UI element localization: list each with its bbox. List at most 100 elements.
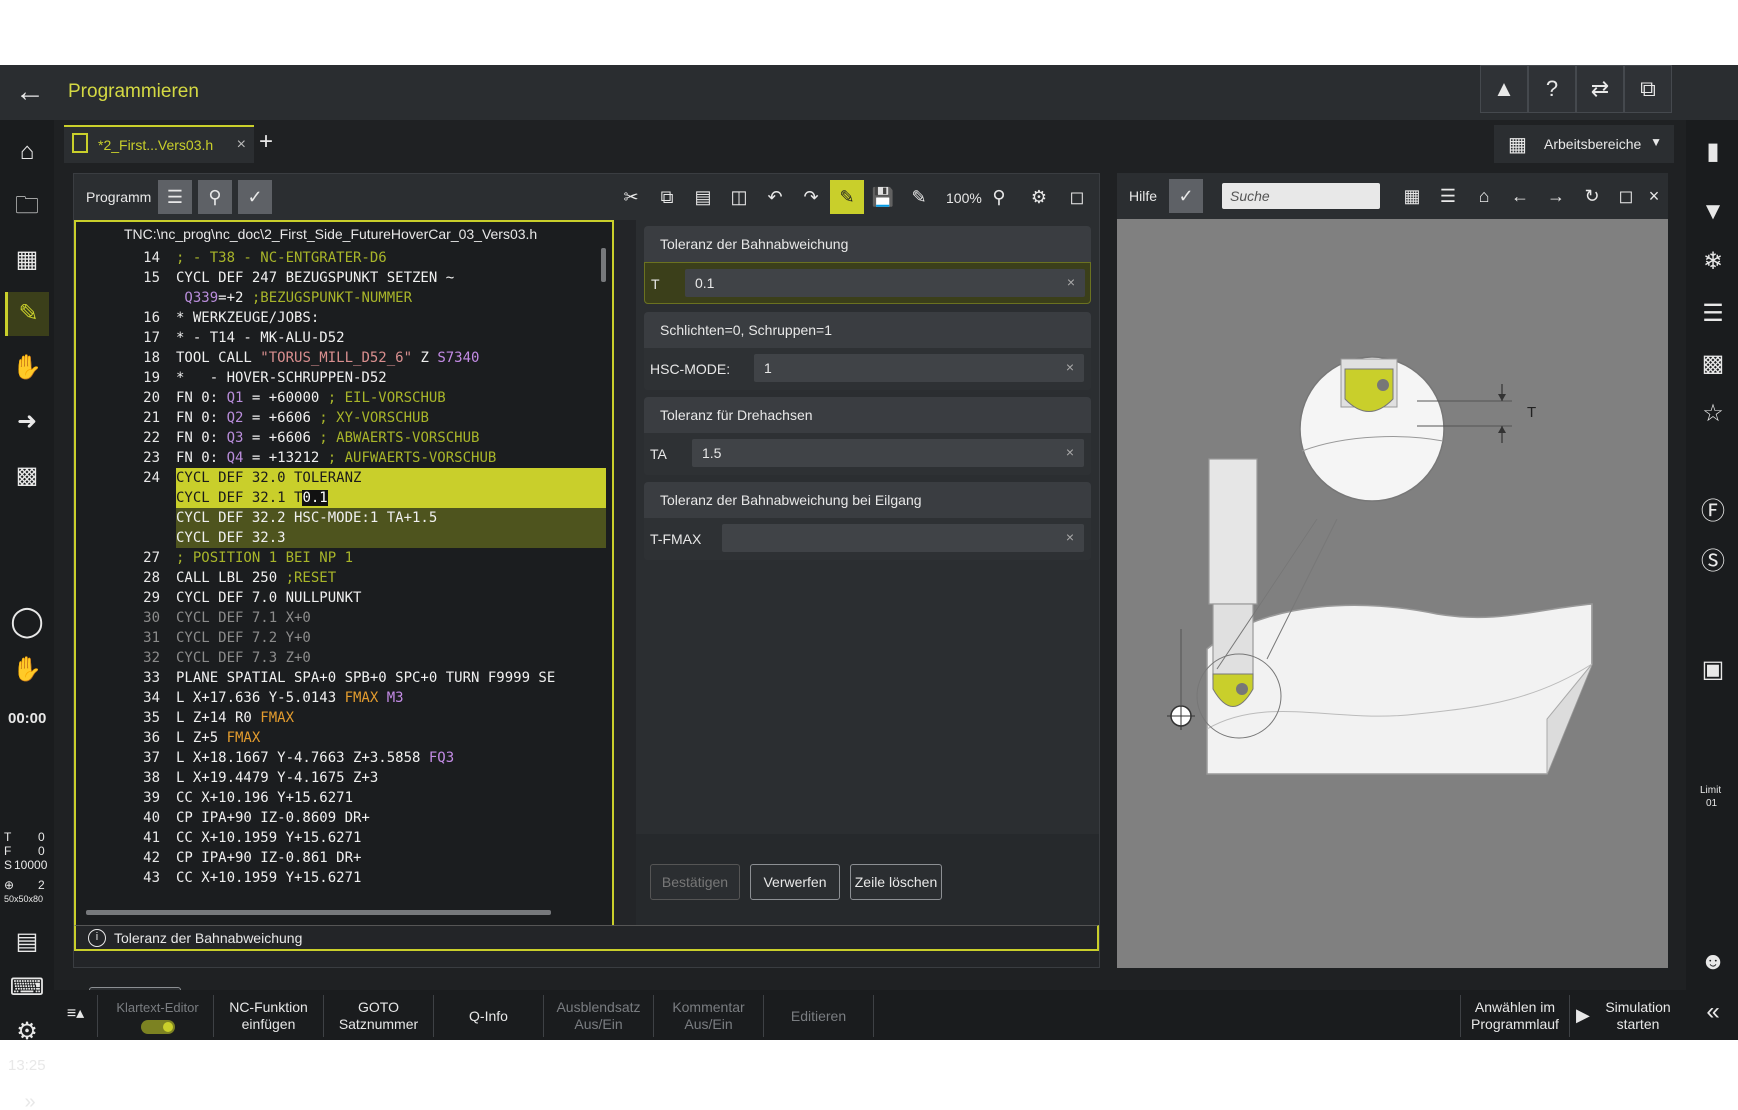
- code-line[interactable]: 28 CALL LBL 250 ;RESET: [76, 568, 606, 588]
- klartext-editor-toggle[interactable]: Klartext-Editor: [102, 995, 214, 1037]
- code-line[interactable]: 23 FN 0: Q4 = +13212 ; AUFWAERTS-VORSCHUB: [76, 448, 606, 468]
- horizontal-scrollbar[interactable]: [86, 910, 551, 915]
- code-line[interactable]: Q339=+2 ;BEZUGSPUNKT-NUMMER: [76, 288, 606, 308]
- help-close-button[interactable]: ×: [1637, 179, 1671, 213]
- favorites-button[interactable]: ☆: [1691, 392, 1735, 436]
- field-ta-input[interactable]: 1.5 ×: [692, 439, 1084, 467]
- cut-button[interactable]: ✂: [614, 180, 648, 214]
- machine-function-button[interactable]: ▣: [1691, 648, 1735, 692]
- feed-override-button[interactable]: Ⓕ: [1691, 490, 1735, 534]
- code-line[interactable]: 41 CC X+10.1959 Y+15.6271: [76, 828, 606, 848]
- field-t-input[interactable]: 0.1 ×: [685, 269, 1085, 297]
- discard-button[interactable]: Verwerfen: [750, 864, 840, 900]
- expand-left-button[interactable]: »: [8, 1080, 52, 1110]
- code-line[interactable]: 31 CYCL DEF 7.2 Y+0: [76, 628, 606, 648]
- comment-button[interactable]: Kommentar Aus/Ein: [654, 995, 764, 1037]
- code-line[interactable]: CYCL DEF 32.1 T0.1: [76, 488, 606, 508]
- panel-toggle-button[interactable]: ▮: [1691, 130, 1735, 174]
- help-back-button[interactable]: ←: [1503, 179, 1537, 213]
- clear-icon[interactable]: ×: [1066, 359, 1074, 375]
- user-button[interactable]: ☻: [1691, 940, 1735, 984]
- tables-button[interactable]: ▦: [5, 238, 49, 282]
- calculator-button[interactable]: ▤: [5, 920, 49, 964]
- compare-button[interactable]: ◫: [722, 180, 756, 214]
- code-line[interactable]: 22 FN 0: Q3 = +6606 ; ABWAERTS-VORSCHUB: [76, 428, 606, 448]
- code-line[interactable]: 15 CYCL DEF 247 BEZUGSPUNKT SETZEN ~: [76, 268, 606, 288]
- transfer-button[interactable]: ⇄: [1576, 65, 1624, 113]
- code-line[interactable]: 29 CYCL DEF 7.0 NULLPUNKT: [76, 588, 606, 608]
- confirm-button[interactable]: Bestätigen: [650, 864, 740, 900]
- help-button[interactable]: ?: [1528, 65, 1576, 113]
- maximize-button[interactable]: ◻: [1060, 180, 1094, 214]
- keyboard-button[interactable]: ⌨: [5, 966, 49, 1010]
- save-button[interactable]: 💾: [866, 180, 900, 214]
- code-line[interactable]: 21 FN 0: Q2 = +6606 ; XY-VORSCHUB: [76, 408, 606, 428]
- code-line[interactable]: 43 CC X+10.1959 Y+15.6271: [76, 868, 606, 888]
- program-run-button[interactable]: ➜: [5, 400, 49, 444]
- code-line[interactable]: 30 CYCL DEF 7.1 X+0: [76, 608, 606, 628]
- help-home-button[interactable]: ⌂: [1467, 179, 1501, 213]
- paste-button[interactable]: ▤: [686, 180, 720, 214]
- code-line[interactable]: 33 PLANE SPATIAL SPA+0 SPB+0 SPC+0 TURN F…: [76, 668, 606, 688]
- tool-button[interactable]: ▼: [1691, 190, 1735, 234]
- spindle-override-button[interactable]: Ⓢ: [1691, 540, 1735, 584]
- help-forward-button[interactable]: →: [1539, 179, 1573, 213]
- grid-view-button[interactable]: ▦: [1395, 179, 1429, 213]
- goto-button[interactable]: GOTO Satznummer: [324, 995, 434, 1037]
- files-button[interactable]: 🗀: [5, 184, 49, 228]
- structure-button[interactable]: ☰: [158, 180, 192, 214]
- code-line[interactable]: 17 * - T14 - MK-ALU-D52: [76, 328, 606, 348]
- manual-mode-button[interactable]: ✋: [5, 346, 49, 390]
- code-line[interactable]: 42 CP IPA+90 IZ-0.861 DR+: [76, 848, 606, 868]
- hand-wheel-button[interactable]: ✋: [5, 648, 49, 692]
- code-line[interactable]: 24 CYCL DEF 32.0 TOLERANZ: [76, 468, 606, 488]
- help-refresh-button[interactable]: ↻: [1575, 179, 1609, 213]
- chart-button[interactable]: ▩: [1691, 342, 1735, 386]
- form-view-button[interactable]: ✎: [830, 180, 864, 214]
- code-line[interactable]: 18 TOOL CALL "TORUS_MILL_D52_6" Z S7340: [76, 348, 606, 368]
- vertical-scrollbar[interactable]: [601, 248, 606, 282]
- field-t-fmax-input[interactable]: ×: [722, 524, 1084, 552]
- clear-icon[interactable]: ×: [1067, 274, 1075, 290]
- delete-line-button[interactable]: Zeile löschen: [850, 864, 942, 900]
- help-check-button[interactable]: ✓: [1169, 179, 1203, 213]
- menu-button[interactable]: ≡▴: [54, 995, 98, 1037]
- check-button[interactable]: ✓: [238, 180, 272, 214]
- redo-button[interactable]: ↷: [794, 180, 828, 214]
- code-line[interactable]: 38 L X+19.4479 Y-4.1675 Z+3: [76, 768, 606, 788]
- code-line[interactable]: 27 ; POSITION 1 BEI NP 1: [76, 548, 606, 568]
- code-line[interactable]: 19 * - HOVER-SCHRUPPEN-D52: [76, 368, 606, 388]
- field-hsc-mode-input[interactable]: 1 ×: [754, 354, 1084, 382]
- clear-icon[interactable]: ×: [1066, 529, 1074, 545]
- code-line[interactable]: 34 L X+17.636 Y-5.0143 FMAX M3: [76, 688, 606, 708]
- copy-button[interactable]: ⧉: [650, 180, 684, 214]
- code-line[interactable]: 14 ; - T38 - NC-ENTGRATER-D6: [76, 248, 606, 268]
- settings-button[interactable]: ⚙: [1022, 180, 1056, 214]
- edit-button[interactable]: Editieren: [764, 995, 874, 1037]
- code-line[interactable]: 37 L X+18.1667 Y-4.7663 Z+3.5858 FQ3: [76, 748, 606, 768]
- q-info-button[interactable]: Q-Info: [434, 995, 544, 1037]
- back-button[interactable]: ←: [10, 73, 50, 113]
- nc-function-button[interactable]: NC-Funktion einfügen: [214, 995, 324, 1037]
- code-line[interactable]: 40 CP IPA+90 IZ-0.8609 DR+: [76, 808, 606, 828]
- code-line[interactable]: CYCL DEF 32.2 HSC-MODE:1 TA+1.5: [76, 508, 606, 528]
- zoom-button[interactable]: ⚲: [982, 180, 1016, 214]
- code-line[interactable]: 36 L Z+5 FMAX: [76, 728, 606, 748]
- code-line[interactable]: 35 L Z+14 R0 FMAX: [76, 708, 606, 728]
- clear-icon[interactable]: ×: [1066, 444, 1074, 460]
- operating-mode-button[interactable]: ▲: [1480, 65, 1528, 113]
- select-in-program-run-button[interactable]: Anwählen im Programmlauf: [1460, 995, 1570, 1037]
- save-as-button[interactable]: ✎: [902, 180, 936, 214]
- workspaces-button[interactable]: ▦ Arbeitsbereiche ▼: [1494, 125, 1674, 163]
- tab-file[interactable]: *2_First...Vers03.h ×: [64, 125, 254, 163]
- code-line[interactable]: 32 CYCL DEF 7.3 Z+0: [76, 648, 606, 668]
- home-button[interactable]: ⌂: [5, 130, 49, 174]
- start-simulation-button[interactable]: ▶ Simulation starten: [1570, 995, 1686, 1037]
- code-editor[interactable]: TNC:\nc_prog\nc_doc\2_First_Side_FutureH…: [74, 220, 614, 925]
- coolant-button[interactable]: ❄: [1691, 240, 1735, 284]
- setup-button[interactable]: ▩: [5, 454, 49, 498]
- code-line[interactable]: CYCL DEF 32.3: [76, 528, 606, 548]
- code-line[interactable]: 16 * WERKZEUGE/JOBS:: [76, 308, 606, 328]
- code-line[interactable]: 20 FN 0: Q1 = +60000 ; EIL-VORSCHUB: [76, 388, 606, 408]
- windows-button[interactable]: ⧉: [1624, 65, 1672, 113]
